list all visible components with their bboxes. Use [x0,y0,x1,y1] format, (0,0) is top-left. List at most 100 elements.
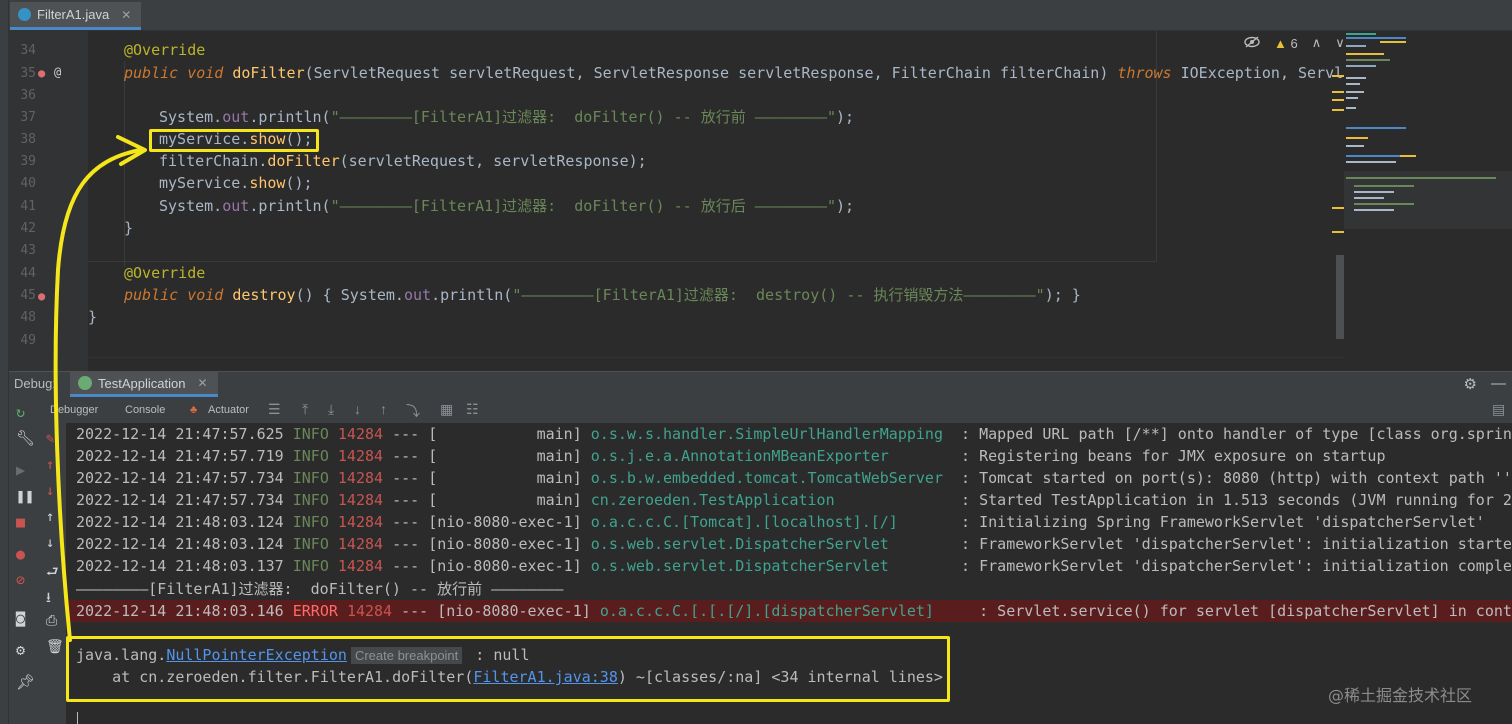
minimap-viewport[interactable] [1344,171,1512,229]
log-pid: 14284 [337,557,384,575]
soft-wrap-icon[interactable]: ⮐ [46,561,59,585]
warning-stripe[interactable] [1332,207,1344,209]
code-token: ); [836,197,855,215]
tab-test-application[interactable]: TestApplication ✕ [70,372,218,397]
wrench-icon[interactable]: 🔧︎ [16,429,35,447]
clear-icon[interactable]: ✎ [46,431,54,447]
trash-icon[interactable]: 🗑︎ [46,639,64,655]
pin-icon[interactable]: 📌︎ [16,673,35,691]
code-token: .println( [249,197,331,215]
log-thread: [nio-8080-exec-1] [437,602,591,620]
gear-icon[interactable]: ⚙ [1464,375,1477,393]
highlight-box-exception [66,636,950,702]
log-sep: --- [401,602,429,620]
log-ts: 2022-12-14 21:48:03.124 [76,535,284,553]
warning-stripe[interactable] [1332,109,1344,111]
tab-console[interactable]: Console [125,404,165,416]
trace-icon[interactable]: ☷ [466,401,479,418]
log-msg: : Servlet.service() for servlet [dispatc… [979,602,1512,620]
minimize-icon[interactable]: — [1491,375,1506,393]
log-msg: : FrameworkServlet 'dispatcherServlet': … [961,535,1512,553]
warning-stripe[interactable] [1332,99,1344,101]
code-token: ); } [1044,286,1081,304]
eye-off-icon[interactable] [1244,35,1260,51]
log-sep: --- [392,513,420,531]
resume-icon[interactable]: ▶ [16,461,25,479]
console-log-line: 2022-12-14 21:48:03.124 INFO 14284 --- [… [76,533,1512,555]
scroll-down-icon[interactable]: ↓ [46,535,54,551]
code-line-42: } [124,219,134,237]
close-tab-icon[interactable]: ✕ [121,8,131,22]
code-minimap[interactable] [1332,31,1512,371]
tab-debugger[interactable]: Debugger [50,404,98,416]
left-tool-strip [0,0,9,724]
warning-icon: ▲ [1274,35,1287,51]
step-into-icon[interactable]: ↓ [354,401,361,417]
log-lvl: INFO [292,425,329,443]
pause-icon[interactable]: ❚❚ [16,487,34,505]
log-lvl: INFO [292,535,329,553]
log-ts: 2022-12-14 21:48:03.146 [76,602,284,620]
minimap-line [1346,45,1366,47]
prev-highlight-icon[interactable]: ∧ [1312,35,1322,51]
scroll-up-icon[interactable]: ↑ [46,509,54,525]
minimap-line [1380,41,1406,43]
layout-icon[interactable]: ▤ [1492,401,1505,418]
inspection-widget[interactable]: ▲ 6 ∧ ∨ [1244,35,1345,51]
line-number: 39 [20,154,36,169]
warning-stripe[interactable] [1332,91,1344,93]
code-editor[interactable]: @Override public void doFilter(ServletRe… [88,31,1344,371]
log-sep: --- [392,557,420,575]
step-out-icon[interactable]: ↑ [380,401,387,417]
step-over-icon[interactable]: ⤓ [328,401,334,418]
warning-stripe[interactable] [1332,231,1344,233]
editor-scrollbar-thumb[interactable] [1336,255,1344,339]
minimap-line [1354,203,1414,205]
print-icon[interactable]: ⎙ [46,613,57,629]
mute-breakpoints-icon[interactable]: ⊘ [16,571,25,589]
minimap-line [1346,83,1360,85]
line-number: 40 [20,176,36,191]
console-log-line: 2022-12-14 21:47:57.625 INFO 14284 --- [… [76,423,1512,445]
evaluate-icon[interactable]: ▦ [440,401,453,418]
code-token: (); [285,174,313,192]
tab-actuator[interactable]: Actuator [208,404,249,416]
settings-icon[interactable]: ⚙ [16,641,25,659]
show-execution-point-icon[interactable]: ⤒ [302,401,308,418]
log-ts: 2022-12-14 21:47:57.734 [76,491,284,509]
warning-count[interactable]: ▲ 6 [1274,36,1298,51]
debug-subtoolbar: Debugger Console ♣ Actuator ☰ ⤒ ⤓ ↓ ↑ ⤵ … [40,397,1512,423]
minimap-line [1346,91,1364,93]
view-breakpoints-icon[interactable]: ● [16,545,25,563]
stop-icon[interactable]: ■ [16,513,25,531]
tab-filter-a1[interactable]: FilterA1.java ✕ [10,2,142,30]
override-marker-icon[interactable]: ● [38,66,45,80]
line-number: 36 [20,88,36,103]
next-highlight-icon[interactable]: ∨ [1335,35,1345,51]
log-cls: cn.zeroeden.TestApplication [590,491,953,509]
code-token: doFilter [232,64,305,82]
minimap-line [1346,97,1358,99]
run-to-cursor-icon[interactable]: ⤵ [406,401,420,421]
code-token: System. [159,197,223,215]
rerun-icon[interactable]: ↻ [16,403,25,421]
editor-tab-bar: FilterA1.java ✕ [0,0,1512,31]
log-msg: : Started TestApplication in 1.513 secon… [961,491,1512,509]
log-lvl: ERROR [292,602,338,620]
code-line-39: filterChain.doFilter(servletRequest, ser… [159,150,647,172]
up-stack-icon[interactable]: ↑ [46,457,54,473]
camera-icon[interactable]: ◙ [16,609,25,627]
session-label: TestApplication [98,375,186,391]
log-msg: : Initializing Spring FrameworkServlet '… [961,513,1485,531]
line-number: 35 [20,66,36,81]
menu-icon[interactable]: ☰ [268,401,281,418]
close-session-icon[interactable]: ✕ [197,376,207,390]
log-sep: --- [392,491,420,509]
minimap-line [1346,77,1366,79]
down-stack-icon[interactable]: ↓ [46,483,54,499]
warning-stripe[interactable] [1332,75,1344,77]
override-marker-icon[interactable]: ● [38,289,45,303]
code-token: out [403,286,432,304]
scroll-to-end-icon[interactable]: ⭳ [46,587,51,611]
annotation-marker-icon[interactable]: @ [54,65,61,79]
